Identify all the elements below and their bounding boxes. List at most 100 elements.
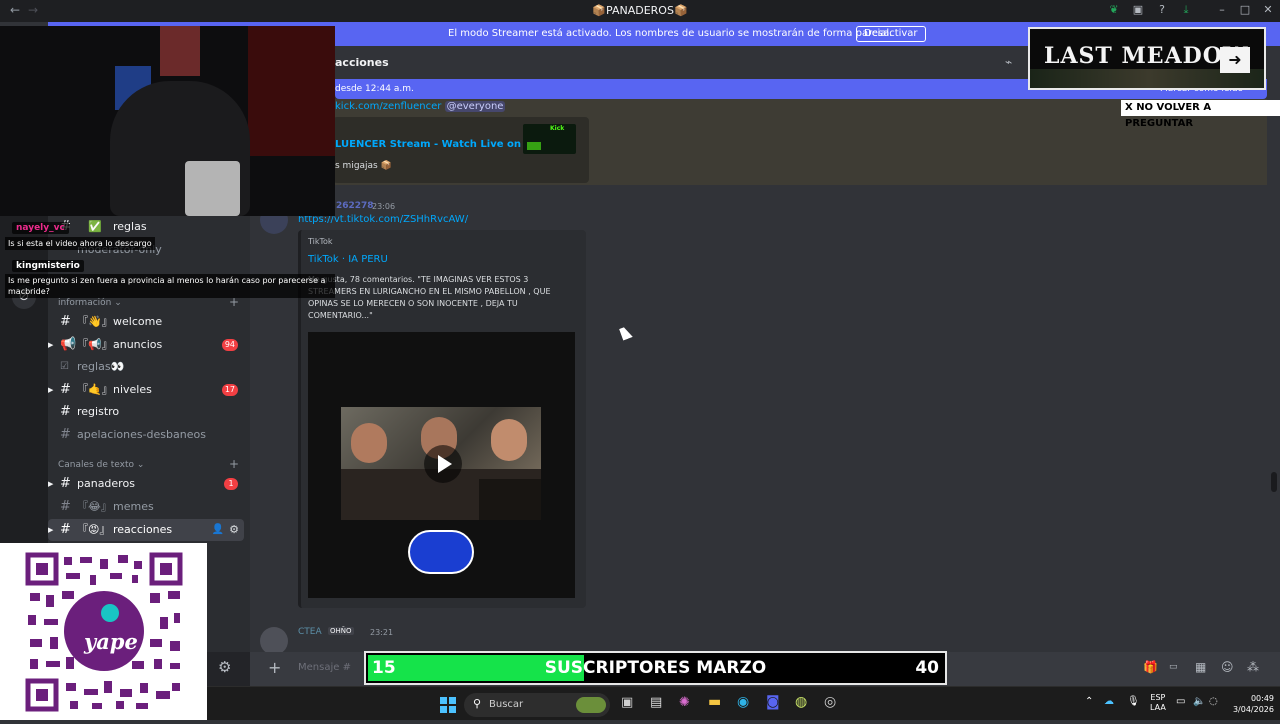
channel-apelaciones[interactable]: # apelaciones-desbaneos bbox=[48, 424, 244, 446]
help-icon[interactable]: ? bbox=[1155, 3, 1169, 17]
task-view-icon[interactable]: ▣ bbox=[621, 695, 633, 710]
channel-reacciones[interactable]: ▶ # 『😡』 reacciones 👤 ⚙ bbox=[48, 519, 244, 541]
add-attachment-icon[interactable]: + bbox=[268, 658, 281, 677]
search-label: Buscar bbox=[489, 699, 524, 710]
onedrive-icon[interactable]: ☁ bbox=[1104, 696, 1114, 707]
network-icon[interactable]: ▭ bbox=[1176, 696, 1185, 707]
taskbar-search[interactable]: ⚲ Buscar bbox=[464, 693, 610, 717]
last-meadow-title: LAST MEADOW bbox=[1044, 43, 1249, 69]
kick-logo: Kick bbox=[550, 125, 565, 132]
channel-prefix: 『👋』 bbox=[77, 315, 113, 328]
hash-icon: # bbox=[60, 314, 71, 329]
copilot-icon[interactable]: ✺ bbox=[679, 695, 690, 710]
threads-icon[interactable]: ⌁ bbox=[1005, 55, 1012, 69]
channel-memes[interactable]: # 『😂』 memes bbox=[48, 496, 244, 518]
gear-icon[interactable]: ⚙ bbox=[229, 519, 239, 541]
kick-embed: LUENCER Stream - Watch Live on Kick s mi… bbox=[333, 117, 589, 183]
video-player[interactable] bbox=[308, 332, 575, 598]
channel-niveles[interactable]: ▶ # 『🤙』 niveles 17 bbox=[48, 379, 244, 401]
battery-icon[interactable]: ◌ bbox=[1209, 696, 1218, 707]
everyone-mention[interactable]: @everyone bbox=[444, 101, 506, 112]
caret-icon: ▶ bbox=[48, 526, 54, 534]
discord-taskbar-icon[interactable]: ◙ bbox=[766, 694, 780, 710]
lang-primary: ESP bbox=[1150, 693, 1166, 702]
microphone-icon[interactable]: 🎙 bbox=[1127, 696, 1140, 707]
sticker-icon[interactable]: ▦ bbox=[1195, 660, 1206, 674]
channel-prefix: 『😂』 bbox=[77, 500, 112, 513]
no-volver-label: X NO VOLVER A PREGUNTAR bbox=[1121, 100, 1280, 129]
channel-welcome[interactable]: # 『👋』 welcome bbox=[48, 311, 244, 333]
new-messages-label: desde 12:44 a.m. bbox=[335, 84, 414, 94]
chat-username: kingmisterio bbox=[12, 260, 84, 272]
mention-badge: 17 bbox=[221, 384, 238, 396]
hash-icon: # bbox=[60, 476, 71, 491]
channel-title: acciones bbox=[335, 56, 389, 69]
minimize-icon[interactable]: – bbox=[1215, 3, 1229, 17]
stream-chat-overlay: nayely_vc Is si esta el video ahora lo d… bbox=[0, 218, 335, 300]
clock[interactable]: 00:49 3/04/2026 bbox=[1226, 693, 1274, 715]
category-canales-texto[interactable]: Canales de texto ⌄ bbox=[58, 460, 144, 470]
subs-goal: 40 bbox=[915, 658, 939, 678]
store-icon[interactable]: ▤ bbox=[650, 695, 662, 710]
channel-reglas-2[interactable]: ☑ reglas👀 bbox=[48, 356, 244, 378]
hash-icon: # bbox=[60, 382, 71, 397]
webcam-overlay bbox=[0, 26, 335, 216]
poster bbox=[160, 26, 200, 76]
download-icon[interactable]: ⤓ bbox=[1179, 3, 1193, 17]
channel-name: registro bbox=[77, 405, 120, 418]
caret-icon: ▶ bbox=[48, 480, 54, 488]
channel-name: anuncios bbox=[113, 338, 163, 351]
edge-icon[interactable]: ◉ bbox=[737, 694, 749, 710]
chat-username: nayely_vc bbox=[12, 222, 69, 234]
add-member-icon[interactable]: 👤 bbox=[212, 519, 224, 541]
embed-thumbnail: Kick bbox=[523, 124, 576, 154]
message-link[interactable]: kick.com/zenfluencer bbox=[335, 101, 441, 112]
file-explorer-icon[interactable]: ▬ bbox=[708, 694, 721, 710]
lang-secondary: LAA bbox=[1150, 703, 1166, 712]
curtain bbox=[248, 26, 335, 156]
tray-chevron-icon[interactable]: ⌃ bbox=[1085, 696, 1093, 707]
volume-icon[interactable]: 🔈 bbox=[1193, 696, 1205, 707]
app-icon[interactable]: ◍ bbox=[795, 694, 807, 710]
channel-registro[interactable]: # registro bbox=[48, 401, 244, 423]
embed-title[interactable]: LUENCER Stream - Watch Live on Kick bbox=[335, 139, 548, 150]
emoji-icon[interactable]: ☺ bbox=[1221, 660, 1234, 674]
language-indicator[interactable]: ESP LAA bbox=[1150, 693, 1166, 713]
close-icon[interactable]: ✕ bbox=[1261, 3, 1275, 17]
message-author[interactable]: 262278 bbox=[336, 201, 374, 211]
channel-anuncios[interactable]: ▶ 📢 『📢』 anuncios 94 bbox=[48, 334, 244, 356]
gif-icon[interactable]: ▭ bbox=[1169, 662, 1178, 672]
obs-icon[interactable]: ◎ bbox=[824, 694, 836, 710]
message-input[interactable]: Mensaje # bbox=[298, 662, 351, 673]
deactivate-button[interactable]: Desactivar bbox=[856, 26, 926, 42]
channel-name: apelaciones-desbaneos bbox=[77, 428, 206, 441]
channel-panaderos[interactable]: ▶ # panaderos 1 bbox=[48, 473, 244, 495]
hash-icon: # bbox=[60, 404, 71, 419]
window-title: 📦PANADEROS📦 bbox=[592, 4, 688, 17]
avatar[interactable] bbox=[260, 627, 288, 655]
screen-icon[interactable]: ▣ bbox=[1131, 3, 1145, 17]
message-author[interactable]: CTEA bbox=[298, 627, 322, 637]
add-channel-icon[interactable]: + bbox=[229, 457, 239, 471]
clock-date: 3/04/2026 bbox=[1232, 705, 1274, 714]
caret-icon: ▶ bbox=[48, 341, 54, 349]
chat-message: Is me pregunto si zen fuera a provincia … bbox=[5, 274, 335, 298]
channel-prefix: 『🤙』 bbox=[77, 383, 113, 396]
windows-start-icon[interactable] bbox=[440, 697, 456, 713]
search-highlight-icon bbox=[576, 697, 606, 713]
leaf-icon[interactable]: ❦ bbox=[1107, 3, 1121, 17]
channel-prefix: 『📢』 bbox=[77, 338, 113, 351]
yett-logo-icon bbox=[408, 530, 474, 574]
user-settings-icon[interactable]: ⚙ bbox=[218, 658, 231, 676]
channel-name: memes bbox=[113, 500, 154, 513]
megaphone-icon: 📢 bbox=[60, 337, 77, 352]
channel-name: reglas👀 bbox=[77, 360, 125, 373]
play-button[interactable] bbox=[424, 445, 462, 483]
hash-icon: # bbox=[60, 427, 71, 442]
chat-scrollbar[interactable] bbox=[1271, 472, 1277, 492]
maximize-icon[interactable]: □ bbox=[1238, 3, 1252, 17]
streamer-mode-message: El modo Streamer está activado. Los nomb… bbox=[448, 28, 893, 39]
hash-icon: # bbox=[60, 522, 71, 537]
apps-icon[interactable]: ⁂ bbox=[1247, 660, 1259, 674]
gift-icon[interactable]: 🎁 bbox=[1143, 660, 1158, 674]
